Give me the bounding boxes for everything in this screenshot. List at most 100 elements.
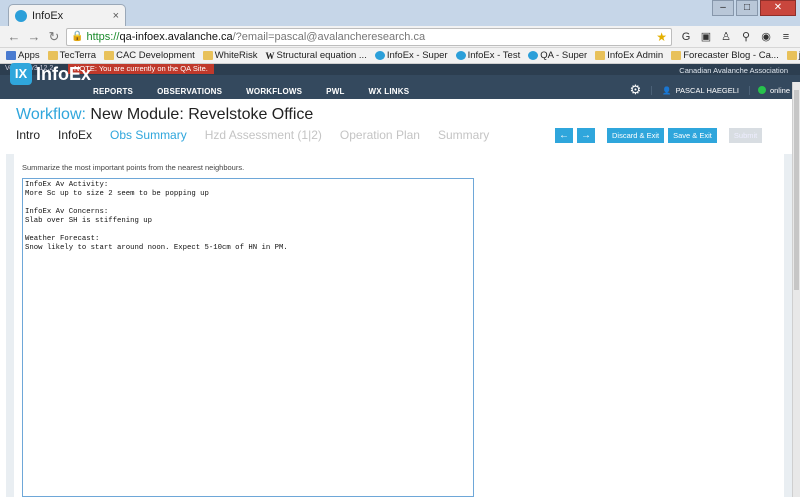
infoex-logo[interactable]: IX InfoEx xyxy=(10,63,91,85)
extension-screen-icon[interactable]: ▣ xyxy=(698,29,714,45)
folder-icon xyxy=(202,51,213,60)
folder-icon xyxy=(104,51,115,60)
logo-icon: IX xyxy=(10,63,32,85)
instruction-text: Summarize the most important points from… xyxy=(22,163,245,172)
wikipedia-icon: W xyxy=(265,50,275,61)
bookmarks-bar: Apps TecTerra CAC Development WhiteRisk W Str… xyxy=(0,48,800,64)
maximize-icon[interactable]: □ xyxy=(736,0,758,16)
bookmark-item[interactable]: Forecaster Blog - Ca... xyxy=(671,50,779,61)
tab-title: InfoEx xyxy=(32,9,64,22)
lock-icon: 🔒 xyxy=(71,31,84,42)
bookmark-item[interactable]: WhiteRisk xyxy=(202,50,258,61)
nav-item-workflows[interactable]: WORKFLOWS xyxy=(246,87,302,96)
bookmark-item[interactable]: QA - Super xyxy=(528,50,587,61)
site-icon xyxy=(374,51,385,60)
content-card: Summarize the most important points from… xyxy=(14,154,784,497)
bookmark-item[interactable]: InfoEx - Super xyxy=(374,50,448,61)
tab-close-icon[interactable]: × xyxy=(113,10,119,22)
bookmark-label: InfoEx - Super xyxy=(386,50,448,61)
main-nav: REPORTS OBSERVATIONS WORKFLOWS PWL WX LINKS xyxy=(93,87,433,96)
url-path: /?email=pascal@avalancheresearch.ca xyxy=(232,30,426,43)
step-tab-intro[interactable]: Intro xyxy=(16,128,40,142)
menu-icon[interactable]: ≡ xyxy=(778,29,794,45)
browser-toolbar: ← → ↻ 🔒 https:// qa-infoex.avalanche.ca … xyxy=(0,26,800,48)
bookmark-item[interactable]: jira.avalanche.ca xyxy=(786,50,800,61)
extension-g-icon[interactable]: G xyxy=(678,29,694,45)
discard-exit-button[interactable]: Discard & Exit xyxy=(607,128,665,143)
back-icon[interactable]: ← xyxy=(6,29,22,44)
bookmark-star-icon[interactable]: ★ xyxy=(656,30,667,44)
apps-grid-icon xyxy=(6,51,16,60)
user-icon: 👤 xyxy=(662,85,672,95)
nav-item-reports[interactable]: REPORTS xyxy=(93,87,133,96)
workflow-area: Workflow: New Module: Revelstoke Office … xyxy=(0,99,792,497)
workflow-label: Workflow: xyxy=(16,106,86,123)
browser-tabstrip: InfoEx × – □ ✕ xyxy=(0,0,800,26)
extension-chrome-icon[interactable]: ◉ xyxy=(758,29,774,45)
logo-text: InfoEx xyxy=(36,63,92,84)
nav-item-wx-links[interactable]: WX LINKS xyxy=(369,87,410,96)
scrollbar-thumb[interactable] xyxy=(794,90,799,290)
bookmark-label: CAC Development xyxy=(116,50,195,61)
user-menu[interactable]: 👤 PASCAL HAEGELI xyxy=(651,85,739,95)
bookmark-label: InfoEx Admin xyxy=(607,50,664,61)
nav-item-pwl[interactable]: PWL xyxy=(326,87,344,96)
bookmark-label: Apps xyxy=(18,50,40,61)
next-step-button[interactable]: → xyxy=(577,128,595,143)
bookmark-item[interactable]: InfoEx Admin xyxy=(595,50,663,61)
window-close-icon[interactable]: ✕ xyxy=(760,0,796,16)
gear-icon[interactable]: ⚙ xyxy=(630,82,642,98)
step-tab-obs-summary[interactable]: Obs Summary xyxy=(110,128,187,142)
workflow-actions: ← → Discard & Exit Save & Exit Submit xyxy=(555,128,763,143)
content-panel: Summarize the most important points from… xyxy=(6,154,792,497)
bookmark-label: QA - Super xyxy=(540,50,588,61)
extension-pin-icon[interactable]: ⚲ xyxy=(738,29,754,45)
bookmark-item[interactable]: TecTerra xyxy=(47,50,97,61)
bookmark-item[interactable]: InfoEx - Test xyxy=(455,50,521,61)
extensions: G ▣ ♙ ⚲ ◉ ≡ xyxy=(678,29,794,45)
forward-icon[interactable]: → xyxy=(26,29,42,44)
page-scrollbar[interactable] xyxy=(792,82,800,497)
url-scheme: https:// xyxy=(86,30,120,43)
prev-step-button[interactable]: ← xyxy=(555,128,573,143)
infoex-favicon-icon xyxy=(15,9,27,22)
site-icon xyxy=(455,51,466,60)
extension-person-icon[interactable]: ♙ xyxy=(718,29,734,45)
app-topbar: Version v3.12.2 NOTE: You are currently … xyxy=(0,64,800,75)
submit-button: Submit xyxy=(728,128,763,143)
bookmark-item[interactable]: W Structural equation ... xyxy=(266,50,367,61)
browser-tab[interactable]: InfoEx × xyxy=(8,4,126,26)
workflow-steps: Intro InfoEx Obs Summary Hzd Assessment (1|… xyxy=(16,128,507,142)
workflow-name: New Module: Revelstoke Office xyxy=(90,106,314,123)
step-tab-operation-plan: Operation Plan xyxy=(339,128,420,142)
page-title: Workflow: New Module: Revelstoke Office xyxy=(16,106,313,124)
bookmark-item[interactable]: Apps xyxy=(6,50,40,61)
bookmark-label: InfoEx - Test xyxy=(467,50,521,61)
obs-summary-textarea[interactable] xyxy=(22,178,474,497)
folder-icon xyxy=(47,51,58,60)
user-name: PASCAL HAEGELI xyxy=(675,85,739,95)
step-tab-hzd-assessment-1-2: Hzd Assessment (1|2) xyxy=(204,128,322,142)
folder-icon xyxy=(786,51,797,60)
bookmark-label: TecTerra xyxy=(59,50,97,61)
bookmark-label: WhiteRisk xyxy=(214,50,258,61)
save-exit-button[interactable]: Save & Exit xyxy=(668,128,717,143)
online-status: online xyxy=(748,85,790,95)
bookmark-label: Forecaster Blog - Ca... xyxy=(683,50,779,61)
header-right: ⚙ 👤 PASCAL HAEGELI online xyxy=(630,82,790,98)
minimize-icon[interactable]: – xyxy=(712,0,734,16)
site-icon xyxy=(528,51,539,60)
status-label: online xyxy=(769,85,790,95)
reload-icon[interactable]: ↻ xyxy=(46,29,62,45)
status-dot-icon xyxy=(757,86,766,94)
step-tab-infoex[interactable]: InfoEx xyxy=(58,128,92,142)
folder-icon xyxy=(671,51,682,60)
nav-item-observations[interactable]: OBSERVATIONS xyxy=(157,87,222,96)
url-host: qa-infoex.avalanche.ca xyxy=(119,30,233,43)
window-controls: – □ ✕ xyxy=(712,0,796,16)
address-bar[interactable]: 🔒 https:// qa-infoex.avalanche.ca /?emai… xyxy=(66,27,672,46)
organization-name: Canadian Avalanche Association xyxy=(679,66,788,75)
bookmark-label: Structural equation ... xyxy=(276,50,367,61)
bookmark-item[interactable]: CAC Development xyxy=(104,50,195,61)
folder-icon xyxy=(595,51,606,60)
